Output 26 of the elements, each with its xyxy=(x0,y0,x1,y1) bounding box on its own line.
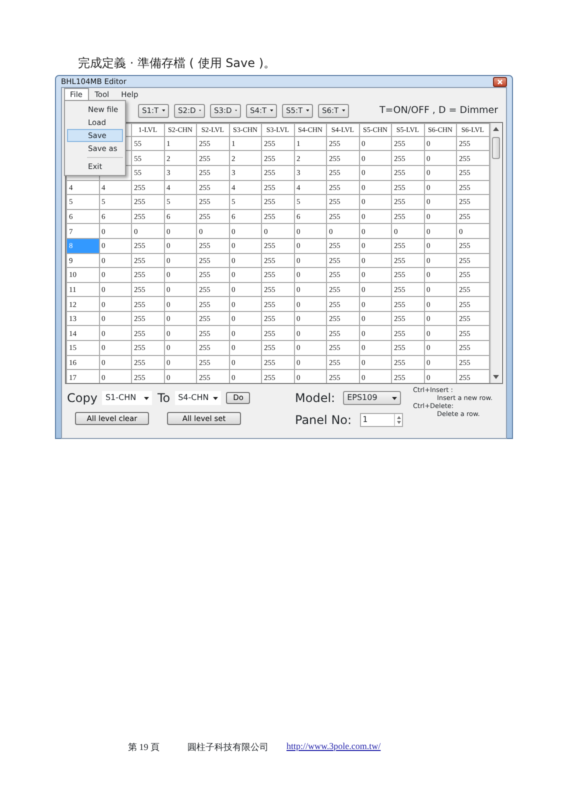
copy-label: Copy xyxy=(67,390,98,408)
legend-text: T=ON/OFF , D = Dimmer xyxy=(379,104,498,118)
caret-icon xyxy=(342,109,345,112)
caret-icon xyxy=(144,396,150,400)
copy-from-dropdown[interactable]: S1-CHN xyxy=(102,391,152,406)
close-button[interactable] xyxy=(493,76,507,87)
panel-label: Panel No: xyxy=(295,412,352,430)
caret-icon xyxy=(213,396,218,400)
caret-icon xyxy=(162,109,165,112)
copy-to-dropdown[interactable]: S4-CHN xyxy=(175,391,222,406)
caret-icon xyxy=(306,109,309,112)
to-label: To xyxy=(157,390,170,408)
spin-arrows-icon[interactable] xyxy=(394,414,402,426)
model-dropdown[interactable]: EPS109 xyxy=(343,391,402,406)
website-link[interactable]: http://www.3pole.com.tw/ xyxy=(286,741,381,754)
scroll-thumb[interactable] xyxy=(492,137,500,160)
panel-spinner[interactable]: 1 xyxy=(360,413,403,428)
caption: 完成定義 · 準備存檔 ( 使用 Save )。 xyxy=(77,55,277,70)
caret-icon xyxy=(392,396,398,400)
company-name: 圓柱子科技有限公司 xyxy=(188,741,268,754)
model-label: Model: xyxy=(295,390,336,408)
page-number: 第 19 頁 xyxy=(128,741,160,754)
caret-icon xyxy=(270,109,273,112)
close-icon xyxy=(497,78,503,85)
scroll-up-icon[interactable] xyxy=(492,127,498,132)
scroll-down-icon[interactable] xyxy=(492,375,498,380)
